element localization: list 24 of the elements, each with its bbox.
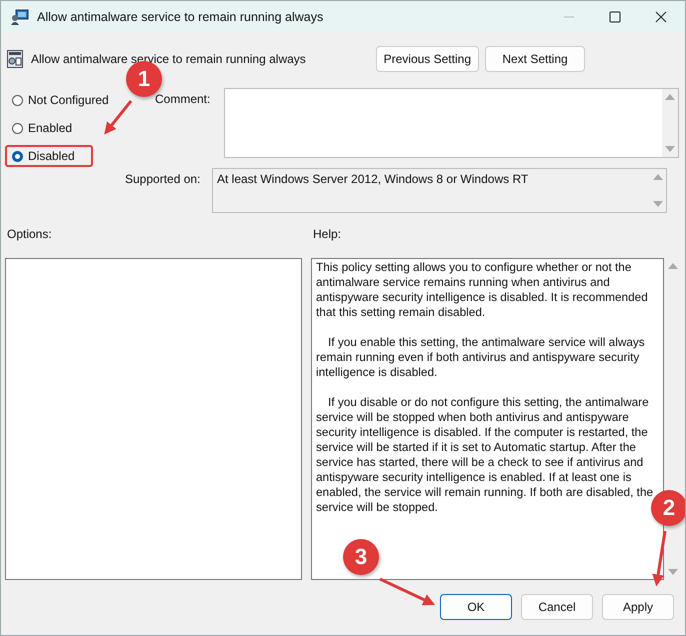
close-icon[interactable]	[655, 10, 667, 22]
comment-field[interactable]	[224, 88, 679, 158]
radio-button[interactable]	[12, 122, 23, 134]
dialog-button[interactable]: Cancel	[521, 594, 593, 620]
options-label: Options:	[7, 227, 53, 241]
radio-option[interactable]: Not Configured	[5, 89, 116, 111]
supported-on-value: At least Windows Server 2012, Windows 8 or Windows RT	[216, 171, 530, 188]
help-label: Help:	[313, 227, 342, 241]
maximize-icon[interactable]	[609, 10, 621, 22]
radio-option[interactable]: Enabled	[5, 117, 93, 139]
supported-on-label: Supported on:	[125, 171, 202, 188]
dialog-button[interactable]: OK	[440, 594, 512, 620]
radio-button[interactable]	[12, 94, 23, 106]
radio-option[interactable]: Disabled	[5, 145, 93, 167]
nav-button[interactable]: Previous Setting	[376, 46, 479, 72]
radio-button[interactable]	[12, 150, 23, 162]
help-paragraph: If you enable this setting, the antimalware service will always remain running even if both antivirus and antispyware security intelligence is disabled.	[316, 335, 646, 380]
help-paragraph: This policy setting allows you to configure whether or not the antimalware service remains running when antivirus and antispyware security intelligence is disabled. It is recommended that this setting remain disabled.	[316, 260, 649, 320]
policy-icon	[7, 50, 23, 68]
dialog-button[interactable]: Apply	[602, 594, 674, 620]
computer-icon	[11, 8, 29, 24]
window-title: Allow antimalware service to remain running always	[37, 10, 324, 24]
nav-button[interactable]: Next Setting	[485, 46, 585, 72]
scrollbar[interactable]	[662, 89, 678, 157]
